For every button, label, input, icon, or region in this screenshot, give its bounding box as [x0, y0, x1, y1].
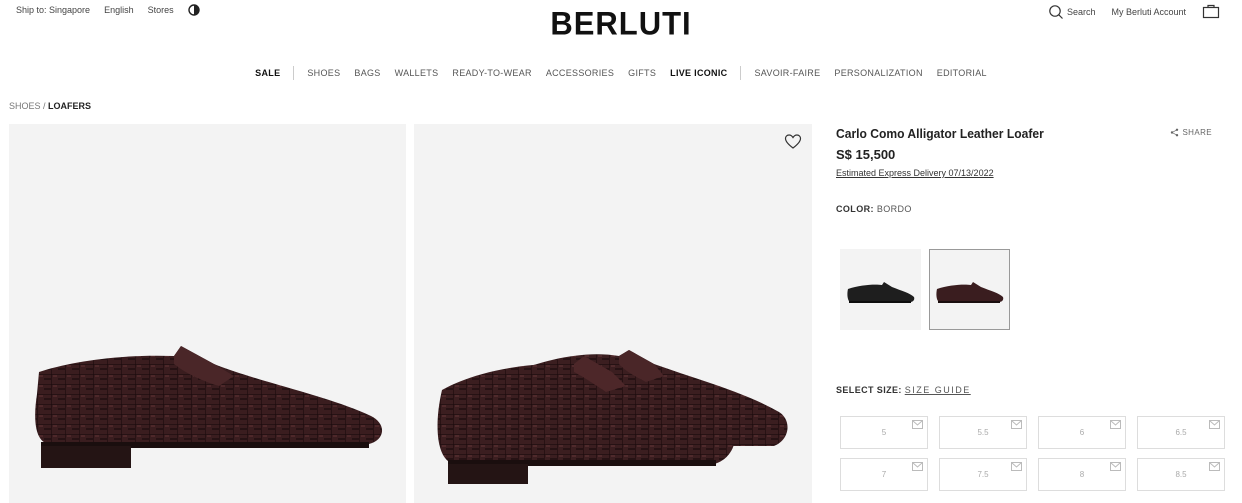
mail-icon [1011, 462, 1022, 471]
nav-item-sale[interactable]: SALE [255, 68, 280, 78]
size-guide-link[interactable]: SIZE GUIDE [905, 385, 971, 395]
loafer-side-image [35, 346, 383, 468]
product-price: S$ 15,500 [836, 147, 896, 162]
loafer-bordo-thumbnail [935, 281, 1003, 303]
size-value: 5.5 [977, 428, 989, 437]
topbar-right: Search My Berluti Account [1048, 3, 1220, 21]
delivery-estimate-link[interactable]: Estimated Express Delivery 07/13/2022 [836, 168, 1226, 178]
size-value: 7.5 [977, 470, 989, 479]
size-option[interactable]: 6 [1038, 416, 1126, 449]
search-icon [1049, 5, 1063, 19]
size-value: 6 [1079, 428, 1085, 437]
nav-item-bags[interactable]: BAGS [354, 68, 380, 78]
mail-icon [1110, 420, 1121, 429]
nav-divider [293, 66, 295, 80]
loafer-pair-image [437, 350, 788, 484]
breadcrumb-shoes[interactable]: SHOES / [9, 101, 46, 111]
heart-icon[interactable] [784, 133, 802, 151]
share-button[interactable]: SHARE [1170, 128, 1212, 137]
size-option[interactable]: 5.5 [939, 416, 1027, 449]
color-swatch-black[interactable] [840, 249, 921, 330]
size-option[interactable]: 7 [840, 458, 928, 491]
share-label: SHARE [1182, 128, 1212, 137]
shopping-bag-icon[interactable] [1202, 3, 1220, 21]
size-value: 5 [881, 428, 887, 437]
select-size-label: SELECT SIZE: SIZE GUIDE [836, 385, 971, 395]
nav-item-gifts[interactable]: GIFTS [628, 68, 656, 78]
size-grid: 5 5.5 6 6.5 7 7.5 8 8.5 [840, 416, 1225, 491]
color-swatches [840, 249, 1010, 330]
product-info-panel: Carlo Como Alligator Leather Loafer SHAR… [836, 126, 1226, 491]
nav-item-personalization[interactable]: PERSONALIZATION [834, 68, 922, 78]
breadcrumb-loafers: LOAFERS [48, 101, 92, 111]
main-nav: SALE SHOES BAGS WALLETS READY-TO-WEAR AC… [0, 66, 1242, 80]
share-icon [1171, 128, 1179, 137]
select-size-text: SELECT SIZE: [836, 385, 902, 395]
nav-item-editorial[interactable]: EDITORIAL [937, 68, 987, 78]
size-option[interactable]: 5 [840, 416, 928, 449]
color-label-text: COLOR: [836, 204, 874, 214]
size-value: 8.5 [1175, 470, 1187, 479]
loafer-black-thumbnail [846, 281, 914, 303]
nav-item-ready-to-wear[interactable]: READY-TO-WEAR [452, 68, 531, 78]
size-option[interactable]: 6.5 [1137, 416, 1225, 449]
product-image-side[interactable] [9, 124, 406, 503]
mail-icon [912, 462, 923, 471]
mail-icon [1209, 462, 1220, 471]
size-option[interactable]: 8 [1038, 458, 1126, 491]
account-link[interactable]: My Berluti Account [1111, 7, 1186, 17]
nav-divider [740, 66, 742, 80]
mail-icon [912, 420, 923, 429]
product-image-pair[interactable] [414, 124, 812, 503]
size-value: 8 [1079, 470, 1085, 479]
size-value: 6.5 [1175, 428, 1187, 437]
color-value: BORDO [876, 204, 912, 214]
nav-item-wallets[interactable]: WALLETS [395, 68, 439, 78]
search-button[interactable]: Search [1048, 4, 1096, 20]
size-option[interactable]: 7.5 [939, 458, 1027, 491]
mail-icon [1011, 420, 1022, 429]
nav-item-accessories[interactable]: ACCESSORIES [546, 68, 614, 78]
breadcrumb: SHOES / LOAFERS [9, 101, 91, 111]
color-swatch-bordo[interactable] [929, 249, 1010, 330]
nav-item-live-iconic[interactable]: LIVE ICONIC [670, 68, 727, 78]
mail-icon [1209, 420, 1220, 429]
product-title: Carlo Como Alligator Leather Loafer [836, 126, 1044, 141]
size-option[interactable]: 8.5 [1137, 458, 1225, 491]
nav-item-savoir-faire[interactable]: SAVOIR-FAIRE [754, 68, 820, 78]
mail-icon [1110, 462, 1121, 471]
search-label: Search [1066, 7, 1096, 17]
color-label: COLOR: BORDO [836, 204, 1226, 214]
nav-item-shoes[interactable]: SHOES [307, 68, 340, 78]
size-value: 7 [881, 470, 887, 479]
